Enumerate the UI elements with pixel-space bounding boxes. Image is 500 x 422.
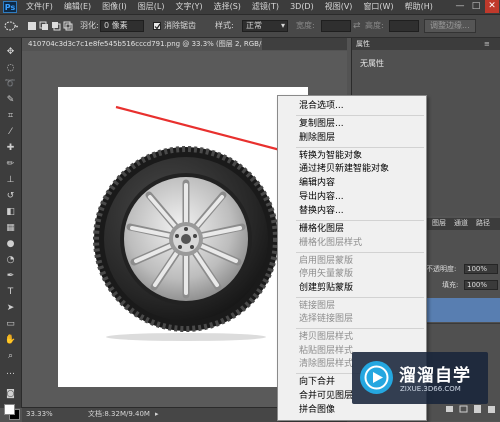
menu-item-blending-options[interactable]: 混合选项... — [299, 100, 424, 113]
menu-item-copy-layer-style: 拷贝图层样式 — [299, 332, 354, 342]
menu-item-rasterize-layer[interactable]: 栅格化图层 — [299, 223, 424, 236]
fill-label: 填充: — [442, 281, 459, 289]
menu-item-enable-layer-mask: 启用图层蒙版 — [299, 256, 354, 266]
opacity-value: 100% — [467, 265, 488, 273]
layer-footer-icons[interactable] — [444, 404, 500, 414]
zoom-level[interactable]: 33.33% — [26, 408, 53, 421]
menu-item-edit-contents[interactable]: 编辑内容 — [299, 177, 424, 190]
menu-separator — [296, 220, 424, 221]
properties-empty-label: 无属性 — [360, 59, 384, 68]
menu-item-disable-vector-mask: 停用矢量蒙版 — [299, 269, 354, 279]
menu-separator — [296, 252, 424, 253]
menu-item-duplicate-layer[interactable]: 复制图层... — [299, 118, 424, 131]
menu-item-convert-to-smart-object[interactable]: 转换为智能对象 — [299, 150, 424, 163]
menu-item-link-layers: 链接图层 — [299, 301, 336, 311]
menu-item-rasterize-layer-style: 栅格化图层样式 — [299, 238, 363, 248]
selected-layer-row[interactable] — [426, 298, 500, 322]
watermark-url: ZIXUE.3D66.COM — [400, 385, 461, 393]
menu-separator — [296, 147, 424, 148]
tab-channels[interactable]: 通道 — [454, 218, 468, 229]
properties-tab-bar: 属性 ≡ — [352, 38, 500, 50]
fill-input[interactable]: 100% — [464, 280, 498, 290]
menu-item-new-smart-object-via-copy[interactable]: 通过拷贝新建智能对象 — [299, 163, 424, 176]
menu-item-delete-layer[interactable]: 删除图层 — [299, 132, 424, 145]
watermark-logo-icon — [360, 361, 393, 394]
watermark: 溜溜自学 ZIXUE.3D66.COM — [352, 352, 488, 404]
menu-item-create-clipping-mask[interactable]: 创建剪贴蒙版 — [299, 282, 424, 295]
tab-paths[interactable]: 路径 — [476, 218, 490, 229]
menu-separator — [296, 297, 424, 298]
menu-item-select-linked-layers: 选择链接图层 — [299, 314, 354, 324]
layer-row-divider — [426, 323, 500, 324]
menu-separator — [296, 328, 424, 329]
menu-item-flatten-image[interactable]: 拼合图像 — [299, 404, 424, 417]
panel-menu-icon[interactable]: ≡ — [484, 38, 490, 50]
watermark-title: 溜溜自学 — [399, 366, 471, 386]
menu-item-export-contents[interactable]: 导出内容... — [299, 191, 424, 204]
fill-value: 100% — [467, 281, 488, 289]
document-size: 文档:8.32M/9.40M — [88, 410, 150, 418]
opacity-input[interactable]: 100% — [464, 264, 498, 274]
status-menu-arrow-icon[interactable]: ▸ — [155, 408, 159, 421]
properties-tab[interactable]: 属性 — [356, 38, 370, 50]
tab-layers[interactable]: 图层 — [432, 218, 446, 229]
menu-separator — [296, 115, 424, 116]
opacity-label: 不透明度: — [426, 265, 457, 273]
menu-item-replace-contents[interactable]: 替换内容... — [299, 205, 424, 218]
